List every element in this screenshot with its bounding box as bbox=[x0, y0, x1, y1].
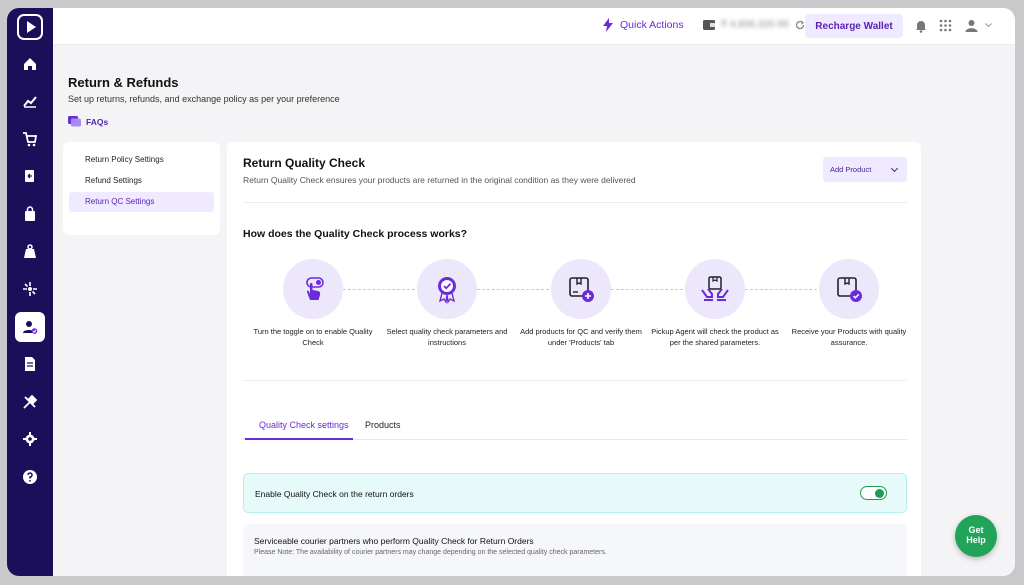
menu-refund-settings[interactable]: Refund Settings bbox=[69, 171, 214, 191]
quick-actions-label: Quick Actions bbox=[620, 19, 684, 31]
returns-icon[interactable] bbox=[15, 161, 45, 191]
topbar: Quick Actions ₹ 4,836,320.99 Recharge Wa… bbox=[53, 8, 1015, 45]
divider bbox=[243, 380, 907, 381]
settings-menu: Return Policy Settings Refund Settings R… bbox=[63, 142, 220, 235]
integrations-icon[interactable] bbox=[15, 274, 45, 304]
enable-qc-label: Enable Quality Check on the return order… bbox=[255, 489, 414, 499]
process-title: How does the Quality Check process works… bbox=[243, 228, 468, 240]
settings-icon[interactable] bbox=[15, 424, 45, 454]
step-text: Add products for QC and verify them unde… bbox=[520, 327, 642, 347]
step-text: Select quality check parameters and inst… bbox=[386, 327, 508, 347]
home-icon[interactable] bbox=[15, 49, 45, 79]
recharge-wallet-button[interactable]: Recharge Wallet bbox=[805, 14, 903, 38]
lightning-icon bbox=[603, 18, 613, 32]
card-title: Return Quality Check bbox=[243, 156, 366, 170]
process-step: Receive your Products with quality assur… bbox=[784, 259, 914, 349]
process-step: Pickup Agent will check the product as p… bbox=[650, 259, 780, 349]
add-product-button[interactable]: Add Product bbox=[823, 157, 907, 182]
return-qc-card: Return Quality Check Return Quality Chec… bbox=[227, 142, 921, 576]
logo-icon[interactable] bbox=[17, 14, 43, 40]
tools-icon[interactable] bbox=[15, 387, 45, 417]
courier-partners-note: Please Note: The availability of courier… bbox=[254, 549, 607, 556]
help-icon[interactable] bbox=[15, 462, 45, 492]
page-title: Return & Refunds bbox=[68, 75, 179, 90]
tab-products[interactable]: Products bbox=[365, 420, 401, 430]
faqs-link[interactable]: FAQs bbox=[68, 116, 108, 127]
hands-box-icon bbox=[685, 259, 745, 319]
chat-bubble-icon bbox=[68, 116, 81, 127]
process-step: Select quality check parameters and inst… bbox=[382, 259, 512, 349]
courier-partners-section: Serviceable courier partners who perform… bbox=[243, 524, 907, 576]
get-help-line2: Help bbox=[966, 535, 986, 545]
sidebar bbox=[7, 8, 53, 576]
tab-quality-check-settings[interactable]: Quality Check settings bbox=[259, 420, 349, 430]
box-add-icon bbox=[551, 259, 611, 319]
process-step: Add products for QC and verify them unde… bbox=[516, 259, 646, 349]
enable-qc-toggle[interactable] bbox=[860, 486, 887, 500]
app-window: Quick Actions ₹ 4,836,320.99 Recharge Wa… bbox=[7, 8, 1015, 576]
step-text: Pickup Agent will check the product as p… bbox=[651, 327, 779, 347]
toggle-knob bbox=[875, 488, 884, 498]
courier-partners-title: Serviceable courier partners who perform… bbox=[254, 536, 534, 546]
chevron-down-icon[interactable] bbox=[985, 23, 992, 28]
bag-icon[interactable] bbox=[15, 199, 45, 229]
process-step: Turn the toggle on to enable Quality Che… bbox=[248, 259, 378, 349]
qc-tabs: Quality Check settings Products bbox=[243, 410, 907, 440]
user-check-icon[interactable] bbox=[15, 312, 45, 342]
get-help-button[interactable]: Get Help bbox=[955, 515, 997, 557]
main-content: Return & Refunds Set up returns, refunds… bbox=[53, 45, 1015, 576]
divider bbox=[243, 202, 907, 203]
quick-actions-button[interactable]: Quick Actions bbox=[602, 18, 684, 32]
apps-grid-icon[interactable] bbox=[939, 19, 952, 32]
refresh-icon[interactable] bbox=[795, 20, 805, 30]
step-text: Turn the toggle on to enable Quality Che… bbox=[253, 327, 373, 347]
enable-qc-row: Enable Quality Check on the return order… bbox=[243, 473, 907, 513]
card-subtitle: Return Quality Check ensures your produc… bbox=[243, 175, 636, 185]
menu-return-qc-settings[interactable]: Return QC Settings bbox=[69, 192, 214, 212]
menu-return-policy-settings[interactable]: Return Policy Settings bbox=[69, 150, 214, 170]
wallet[interactable]: ₹ 4,836,320.99 bbox=[703, 19, 805, 30]
weight-icon[interactable] bbox=[15, 236, 45, 266]
add-product-label: Add Product bbox=[830, 165, 872, 174]
tap-toggle-icon bbox=[283, 259, 343, 319]
document-icon[interactable] bbox=[15, 349, 45, 379]
faqs-label: FAQs bbox=[86, 116, 109, 127]
badge-check-icon bbox=[417, 259, 477, 319]
step-text: Receive your Products with quality assur… bbox=[791, 327, 907, 347]
wallet-icon bbox=[703, 20, 715, 30]
box-verified-icon bbox=[819, 259, 879, 319]
page-subtitle: Set up returns, refunds, and exchange po… bbox=[68, 94, 340, 104]
chevron-down-icon bbox=[890, 164, 899, 173]
user-avatar-icon[interactable] bbox=[965, 19, 978, 32]
cart-icon[interactable] bbox=[15, 124, 45, 154]
analytics-icon[interactable] bbox=[15, 86, 45, 116]
active-tab-indicator bbox=[245, 438, 353, 440]
bell-icon[interactable] bbox=[915, 19, 927, 33]
wallet-balance: ₹ 4,836,320.99 bbox=[721, 19, 789, 29]
